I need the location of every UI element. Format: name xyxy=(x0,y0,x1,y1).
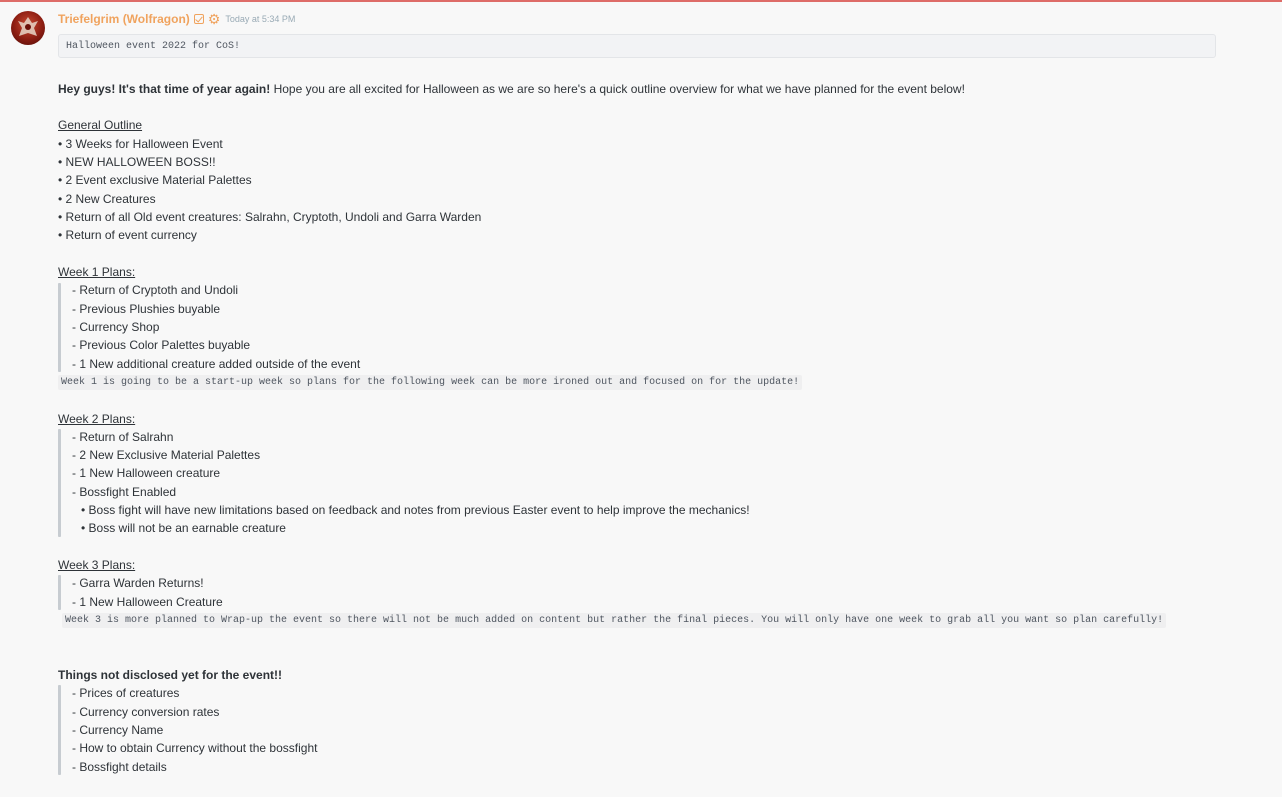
week2-heading: Week 2 Plans: xyxy=(58,412,136,426)
message-header: Triefelgrim (Wolfragon) ⚙ Today at 5:34 … xyxy=(58,10,295,28)
list-item: - Prices of creatures xyxy=(72,686,180,700)
timestamp: Today at 5:34 PM xyxy=(225,14,296,24)
dragon-avatar-icon xyxy=(18,17,38,36)
intro-bold: Hey guys! It's that time of year again! xyxy=(58,82,271,96)
list-item: • 2 Event exclusive Material Palettes xyxy=(58,173,252,187)
week3-heading: Week 3 Plans: xyxy=(58,558,136,572)
week1-quote-bar xyxy=(58,283,61,372)
list-item: - 1 New Halloween creature xyxy=(72,466,221,480)
list-item: - 2 New Exclusive Material Palettes xyxy=(72,448,261,462)
list-item: • 3 Weeks for Halloween Event xyxy=(58,137,223,151)
gear-icon: ⚙ xyxy=(207,11,221,27)
list-item: - 1 New additional creature added outsid… xyxy=(72,357,361,371)
general-outline-heading: General Outline xyxy=(58,118,143,132)
week1-heading: Week 1 Plans: xyxy=(58,265,136,279)
list-item: - Currency conversion rates xyxy=(72,705,220,719)
list-item: • NEW HALLOWEEN BOSS!! xyxy=(58,155,216,169)
list-item: - Return of Cryptoth and Undoli xyxy=(72,283,239,297)
list-subitem: • Boss will not be an earnable creature xyxy=(81,521,286,535)
undisclosed-quote-bar xyxy=(58,685,61,775)
week3-quote-bar xyxy=(58,575,61,610)
list-item: • 2 New Creatures xyxy=(58,192,156,206)
list-item: • Return of event currency xyxy=(58,228,197,242)
week3-note: Week 3 is more planned to Wrap-up the ev… xyxy=(62,613,1167,628)
undisclosed-heading: Things not disclosed yet for the event!! xyxy=(58,668,283,682)
list-item: - How to obtain Currency without the bos… xyxy=(72,741,318,755)
list-item: • Return of all Old event creatures: Sal… xyxy=(58,210,482,224)
list-item: - Bossfight Enabled xyxy=(72,485,177,499)
list-item: - Previous Plushies buyable xyxy=(72,302,221,316)
list-item: - Currency Shop xyxy=(72,320,160,334)
list-item: - Bossfight details xyxy=(72,760,167,774)
code-block: Halloween event 2022 for CoS! xyxy=(58,34,1216,58)
chat-message: Triefelgrim (Wolfragon) ⚙ Today at 5:34 … xyxy=(0,0,1282,797)
list-subitem: • Boss fight will have new limitations b… xyxy=(81,503,750,517)
intro-rest: Hope you are all excited for Halloween a… xyxy=(270,82,965,96)
check-square-icon xyxy=(193,14,204,24)
list-item: - Currency Name xyxy=(72,723,164,737)
list-item: - Previous Color Palettes buyable xyxy=(72,338,251,352)
week1-note: Week 1 is going to be a start-up week so… xyxy=(58,375,803,390)
list-item: - Garra Warden Returns! xyxy=(72,576,204,590)
avatar[interactable] xyxy=(11,11,45,45)
list-item: - 1 New Halloween Creature xyxy=(72,595,223,609)
week2-quote-bar xyxy=(58,429,61,537)
intro-text: Hey guys! It's that time of year again! … xyxy=(58,81,965,97)
list-item: - Return of Salrahn xyxy=(72,430,174,444)
author-name[interactable]: Triefelgrim (Wolfragon) xyxy=(58,12,190,26)
